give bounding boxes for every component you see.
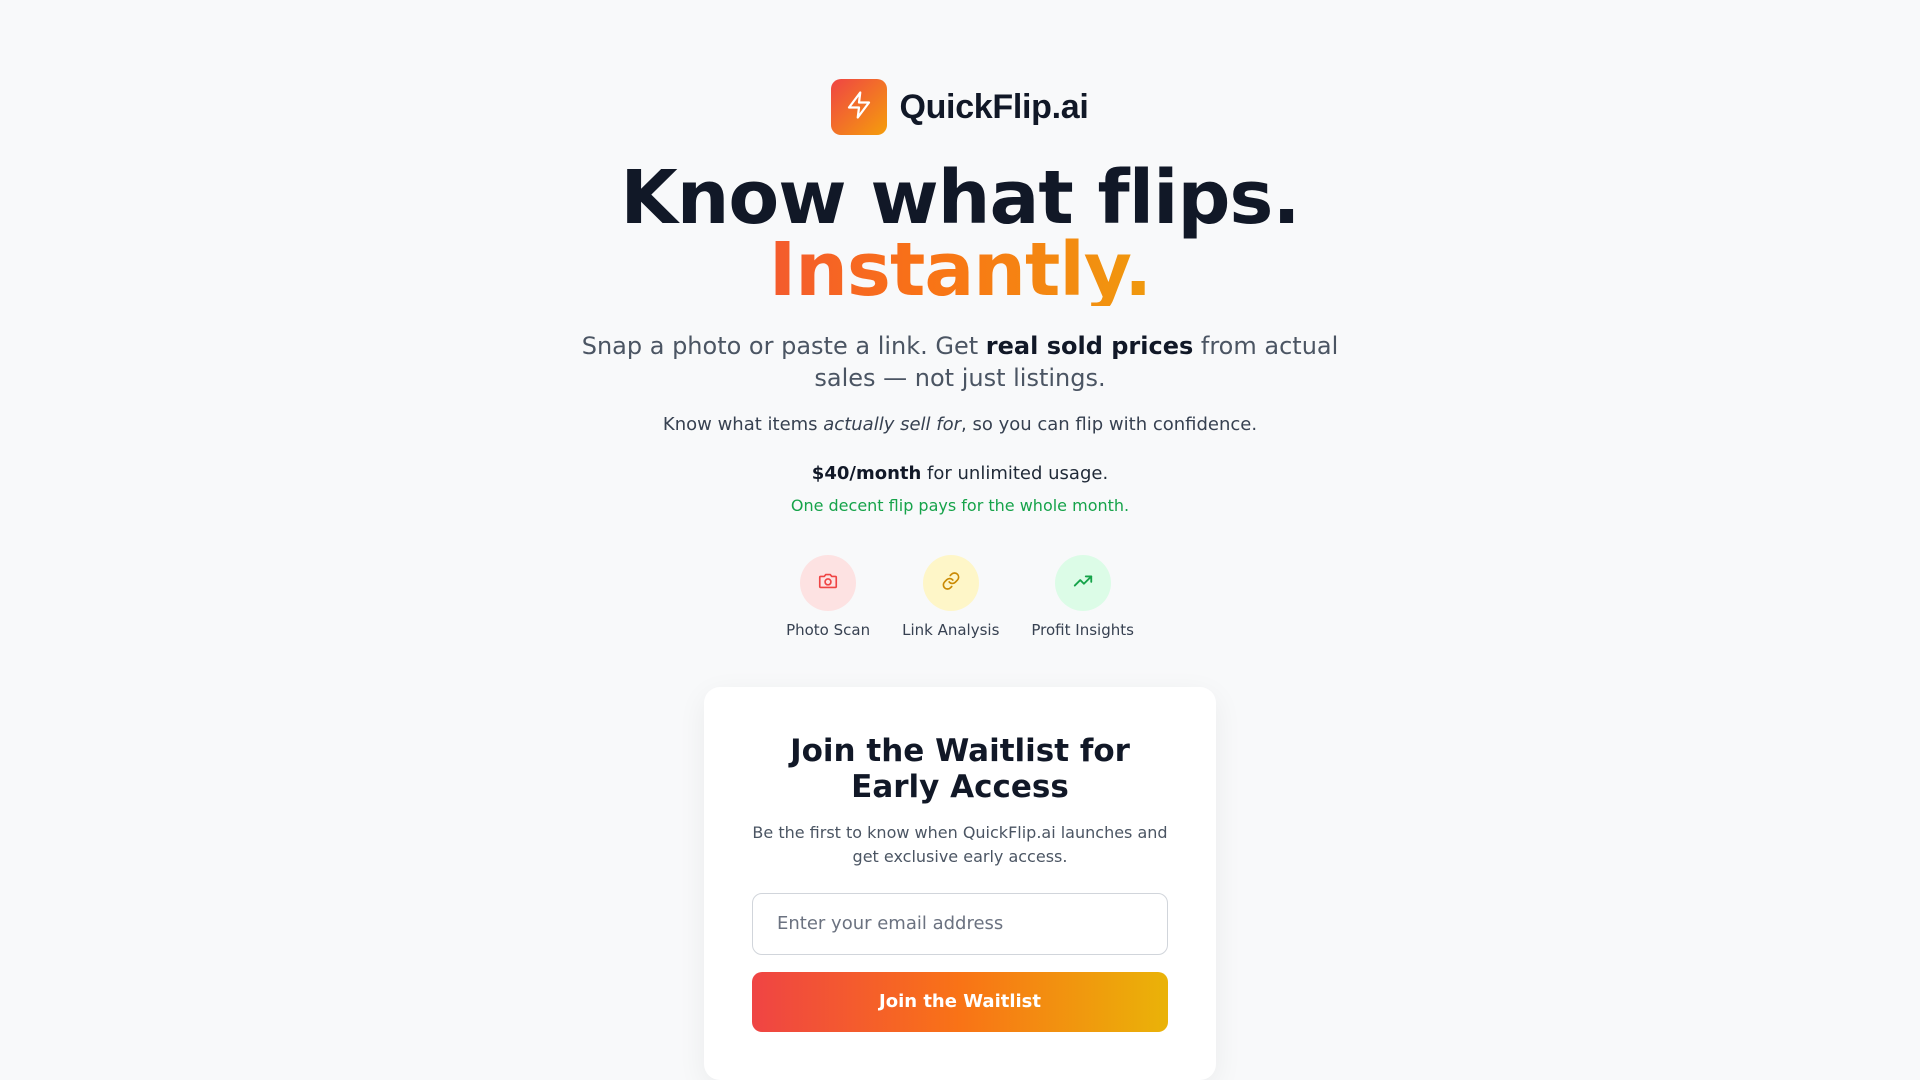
sub-text-bold: real sold prices xyxy=(985,331,1194,360)
hero-subheadline: Snap a photo or paste a link. Get real s… xyxy=(580,330,1340,394)
feature-link-analysis: Link Analysis xyxy=(902,554,1000,639)
price-amount: $40/month xyxy=(811,462,922,484)
feature-icon-circle xyxy=(800,554,857,611)
sub2-text-emphasis: actually sell for xyxy=(823,413,962,435)
logo-mark xyxy=(831,79,888,136)
landing-page: QuickFlip.ai Know what flips. Instantly.… xyxy=(0,0,1920,1080)
waitlist-title: Join the Waitlist for Early Access xyxy=(790,732,1130,805)
feature-icon-circle xyxy=(922,554,979,611)
waitlist-card: Join the Waitlist for Early Access Be th… xyxy=(704,686,1216,1080)
feature-label: Link Analysis xyxy=(902,620,1000,639)
feature-list: Photo Scan Link Analysis Profit Insights xyxy=(786,554,1134,639)
lightning-bolt-icon xyxy=(844,90,874,124)
hero-headline: Know what flips. Instantly. xyxy=(620,161,1300,307)
feature-label: Profit Insights xyxy=(1031,620,1134,639)
sub2-text-2: , so you can flip with confidence. xyxy=(961,413,1258,435)
headline-line-2: Instantly. xyxy=(620,233,1299,307)
brand-header: QuickFlip.ai xyxy=(831,79,1089,136)
feature-profit-insights: Profit Insights xyxy=(1031,554,1134,639)
feature-label: Photo Scan xyxy=(786,620,871,639)
camera-icon xyxy=(817,570,839,596)
sub-text-1: Snap a photo or paste a link. Get xyxy=(581,331,986,360)
join-waitlist-button[interactable]: Join the Waitlist xyxy=(752,971,1168,1032)
brand-name: QuickFlip.ai xyxy=(899,87,1089,126)
trending-up-icon xyxy=(1072,570,1094,596)
hero-secondary-text: Know what items actually sell for, so yo… xyxy=(663,414,1257,435)
email-input[interactable] xyxy=(752,892,1168,955)
waitlist-description: Be the first to know when QuickFlip.ai l… xyxy=(752,822,1168,866)
pricing-line: $40/month for unlimited usage. xyxy=(812,463,1108,484)
link-icon xyxy=(940,570,962,596)
pricing-note: One decent flip pays for the whole month… xyxy=(790,495,1130,515)
feature-photo-scan: Photo Scan xyxy=(786,554,871,639)
sub2-text-1: Know what items xyxy=(662,413,824,435)
price-description: for unlimited usage. xyxy=(921,462,1109,484)
feature-icon-circle xyxy=(1054,554,1111,611)
